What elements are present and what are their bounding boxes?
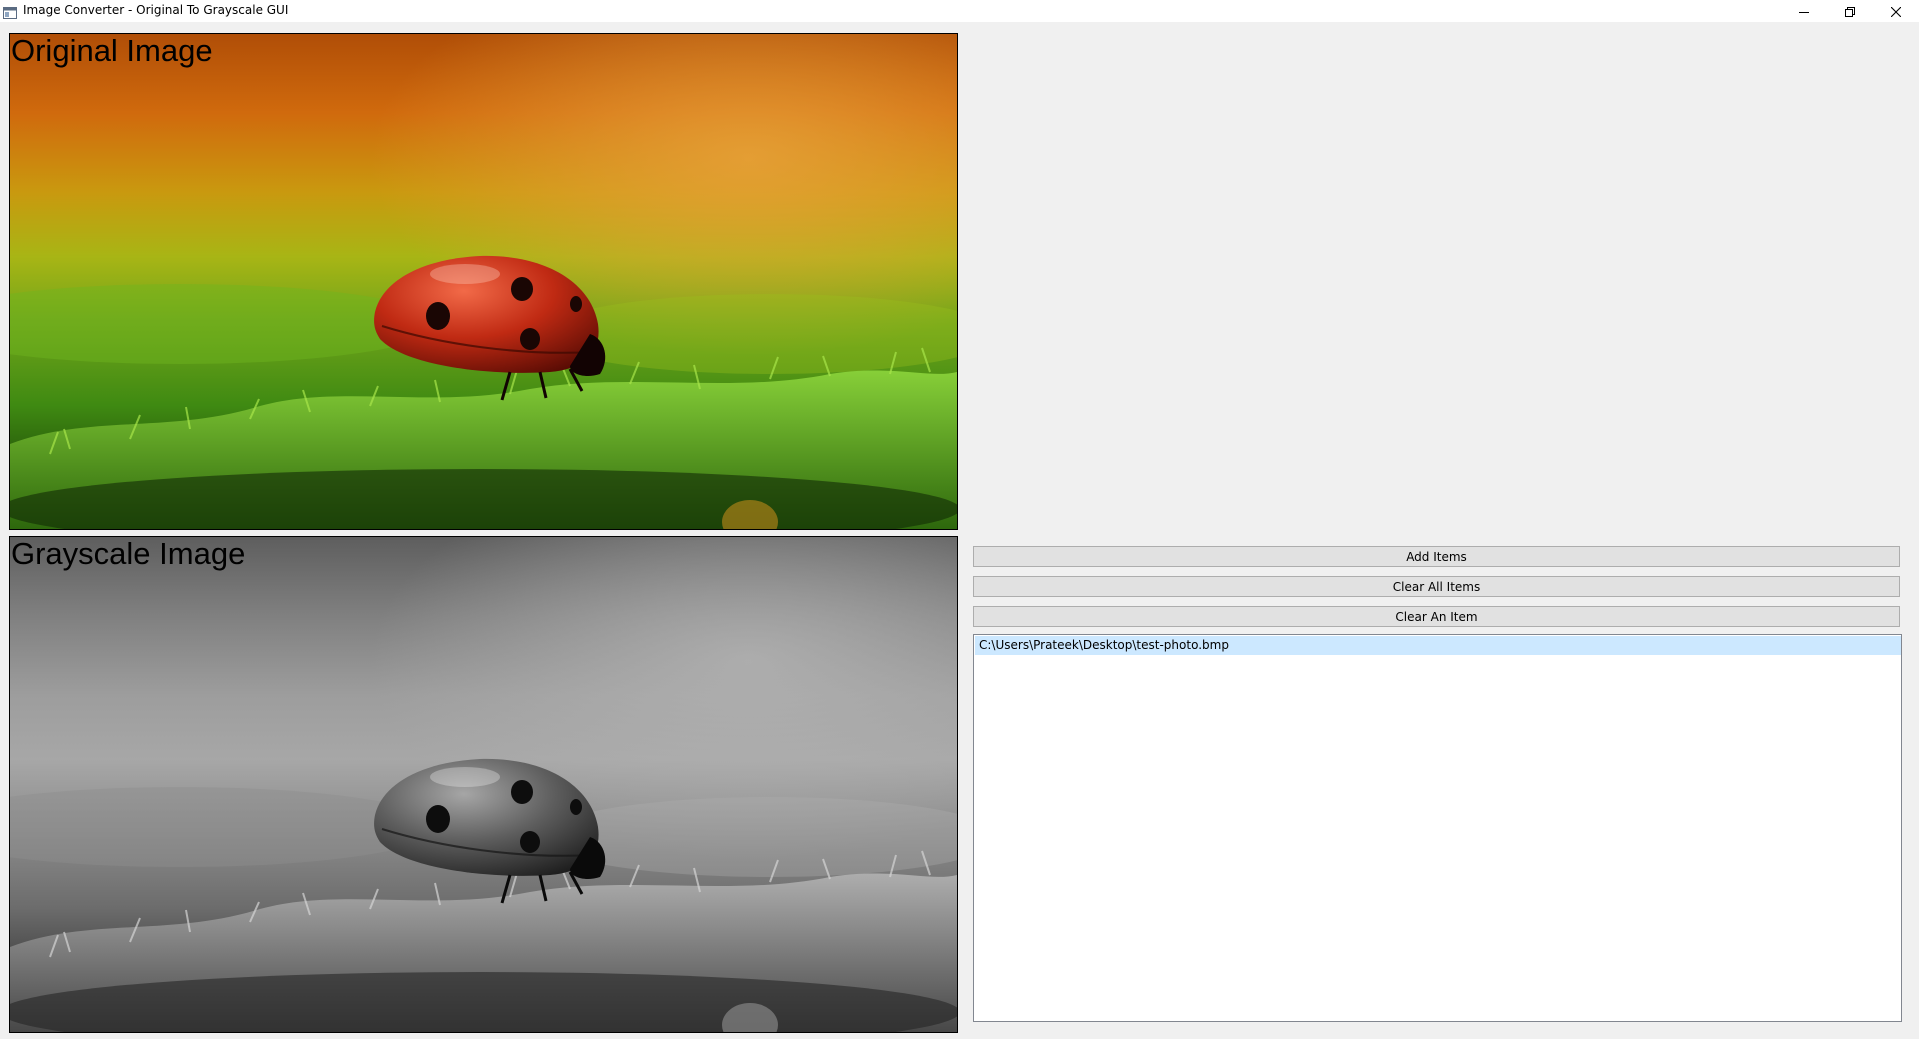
original-image-panel: Original Image (9, 33, 958, 530)
minimize-icon (1799, 2, 1809, 21)
restore-button[interactable] (1827, 0, 1873, 22)
window-title: Image Converter - Original To Grayscale … (23, 3, 289, 17)
restore-icon (1845, 2, 1855, 21)
app-window-icon (3, 4, 17, 19)
file-listbox[interactable]: C:\Users\Prateek\Desktop\test-photo.bmp (973, 634, 1902, 1022)
grayscale-ladybug-photo (10, 537, 957, 1032)
clear-all-items-button[interactable]: Clear All Items (973, 576, 1900, 597)
title-bar[interactable]: Image Converter - Original To Grayscale … (0, 0, 1919, 22)
close-icon (1890, 2, 1902, 21)
list-item[interactable]: C:\Users\Prateek\Desktop\test-photo.bmp (975, 636, 1901, 655)
original-image-label: Original Image (11, 33, 213, 68)
app-window: Image Converter - Original To Grayscale … (0, 0, 1919, 1039)
grayscale-image-panel: Grayscale Image (9, 536, 958, 1033)
minimize-button[interactable] (1781, 0, 1827, 22)
clear-an-item-button[interactable]: Clear An Item (973, 606, 1900, 627)
original-ladybug-photo (10, 34, 957, 529)
add-items-button[interactable]: Add Items (973, 546, 1900, 567)
grayscale-image-label: Grayscale Image (11, 536, 246, 571)
close-button[interactable] (1873, 0, 1919, 22)
